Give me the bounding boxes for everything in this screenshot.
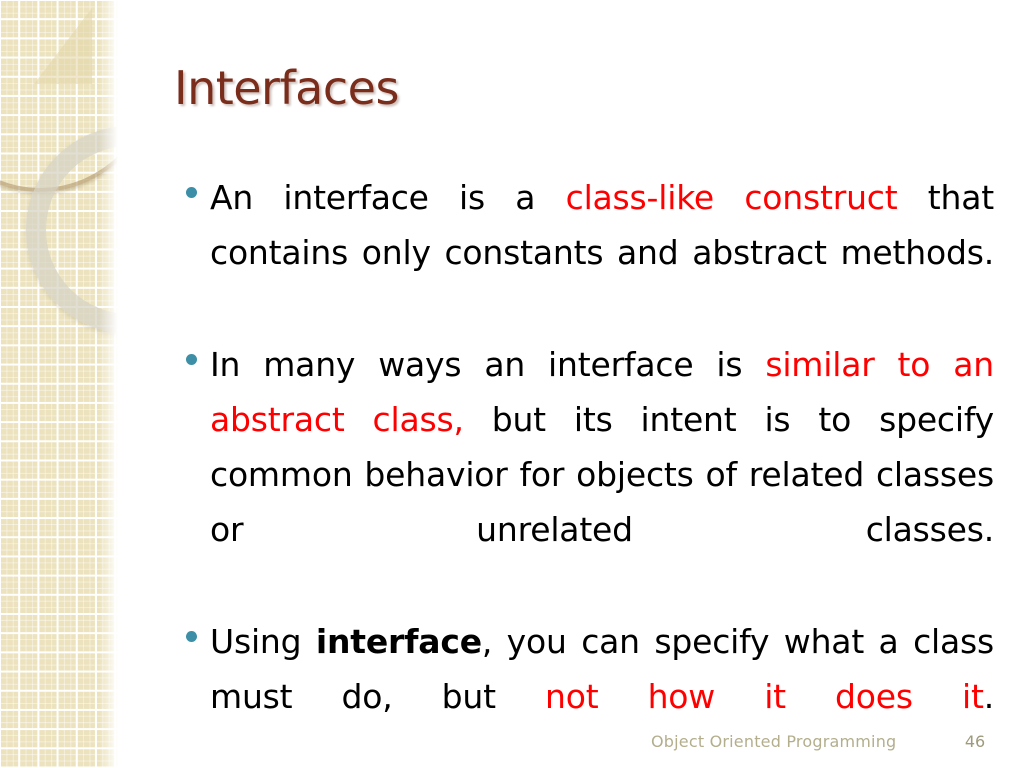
list-item: In many ways an interface is similar to … (182, 337, 994, 612)
decorative-sidebar (0, 0, 118, 768)
bullet-text-2: In many ways an interface is similar to … (210, 337, 994, 612)
slide-page-number: 46 (964, 732, 986, 751)
text-run-normal: . (983, 677, 995, 716)
text-run-bold: interface (315, 622, 482, 661)
text-run-red: class-like construct (565, 178, 898, 217)
text-run-normal: An interface is a (210, 178, 566, 217)
bullet-dot-icon (186, 354, 197, 365)
slide-canvas: Interfaces An interface is a class-like … (0, 0, 1024, 768)
text-run-red: not how it does it (545, 677, 984, 716)
list-item: An interface is a class-like construct t… (182, 170, 994, 335)
slide-title: Interfaces (174, 61, 399, 115)
sidebar-fade-overlay (0, 0, 118, 768)
footer-course-title: Object Oriented Programming (651, 732, 897, 751)
bullet-list: An interface is a class-like construct t… (182, 170, 994, 768)
text-run-normal: Using (210, 622, 316, 661)
bullet-dot-icon (186, 631, 197, 642)
bullet-dot-icon (186, 187, 197, 198)
bullet-text-1: An interface is a class-like construct t… (210, 170, 994, 335)
text-run-normal: In many ways an interface is (210, 345, 766, 384)
